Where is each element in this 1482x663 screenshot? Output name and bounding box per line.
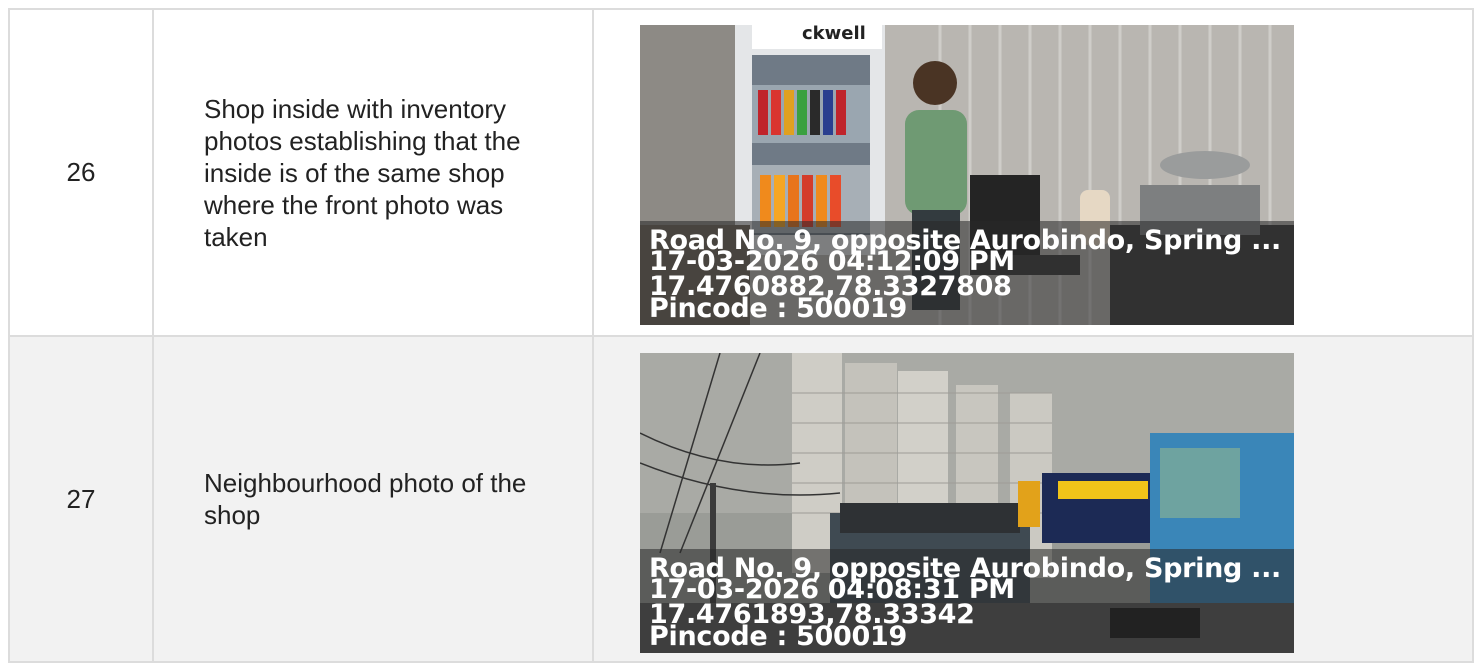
photo-cell: ckwell Road No. 9, opposite Aurobindo, S… (592, 8, 1474, 337)
table-row: 27 Neighbourhood photo of the shop Road … (8, 335, 1474, 663)
row-description: Neighbourhood photo of the shop (152, 335, 594, 663)
photo-evidence-table: 26 Shop inside with inventory photos est… (8, 8, 1474, 663)
table-row: 26 Shop inside with inventory photos est… (8, 8, 1474, 337)
row-description: Shop inside with inventory photos establ… (152, 8, 594, 337)
fridge-brand-text: ckwell (802, 25, 866, 44)
geo-stamp: Road No. 9, opposite Aurobindo, Spring .… (640, 549, 1294, 653)
photo-cell: Road No. 9, opposite Aurobindo, Spring .… (592, 335, 1474, 663)
stamp-pincode: Pincode : 500019 (649, 293, 907, 324)
row-number: 27 (8, 335, 154, 663)
row-number: 26 (8, 8, 154, 337)
geo-stamp: Road No. 9, opposite Aurobindo, Spring .… (640, 221, 1294, 325)
stamp-pincode: Pincode : 500019 (649, 621, 907, 652)
shop-inside-photo[interactable]: ckwell Road No. 9, opposite Aurobindo, S… (640, 25, 1294, 325)
neighbourhood-photo[interactable]: Road No. 9, opposite Aurobindo, Spring .… (640, 353, 1294, 653)
